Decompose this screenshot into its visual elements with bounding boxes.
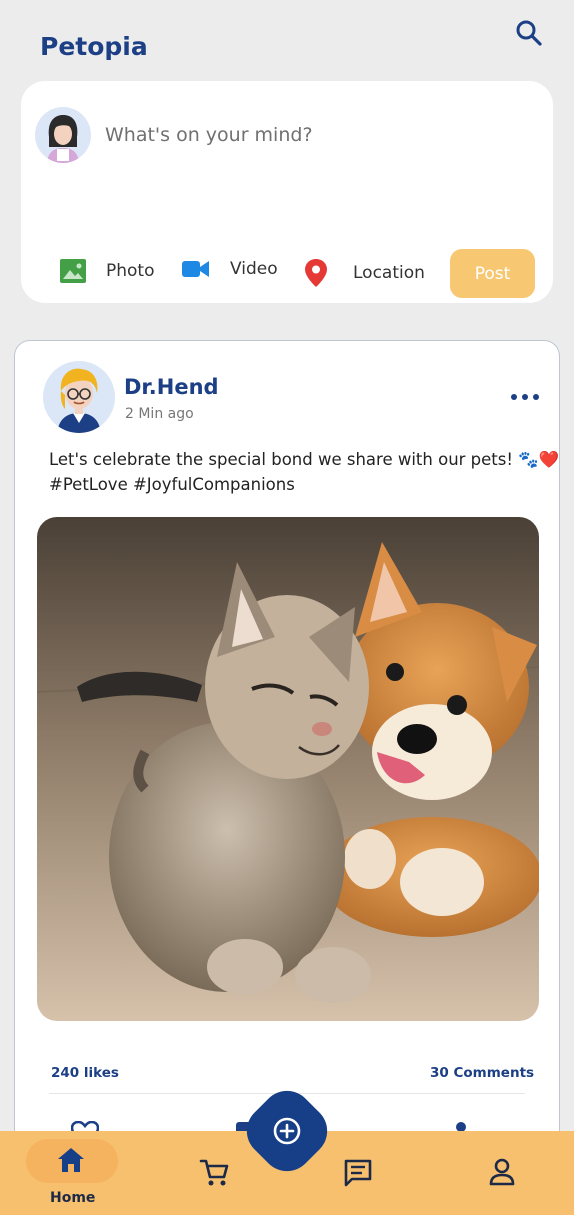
post-card: Dr.Hend 2 Min ago Let's celebrate the sp… [14, 340, 560, 1170]
search-icon[interactable] [512, 16, 546, 50]
video-camera-icon [182, 259, 210, 279]
video-button[interactable]: Video [182, 259, 278, 279]
cat-and-puppy-photo [37, 517, 539, 1021]
location-label: Location [353, 263, 425, 283]
post-image[interactable] [37, 517, 539, 1021]
author-avatar[interactable] [43, 361, 115, 433]
post-text-line: Let's celebrate the special bond we shar… [49, 450, 560, 469]
comments-count[interactable]: 30 Comments [430, 1065, 534, 1081]
post-composer: What's on your mind? Photo Video Locatio… [21, 81, 553, 303]
cart-icon[interactable] [199, 1158, 229, 1188]
photo-button[interactable]: Photo [60, 259, 155, 283]
location-button[interactable]: Location [305, 259, 425, 287]
post-timestamp: 2 Min ago [125, 406, 194, 422]
composer-input[interactable]: What's on your mind? [105, 124, 313, 146]
video-label: Video [230, 259, 278, 279]
profile-icon[interactable] [487, 1157, 517, 1187]
post-button[interactable]: Post [450, 249, 535, 298]
author-name[interactable]: Dr.Hend [124, 375, 219, 399]
photo-label: Photo [106, 261, 155, 281]
chat-icon[interactable] [343, 1158, 373, 1188]
add-icon[interactable] [272, 1116, 302, 1146]
post-hashtags[interactable]: #PetLove #JoyfulCompanions [49, 472, 549, 497]
more-dot-icon [533, 394, 539, 400]
user-avatar[interactable] [35, 107, 91, 163]
search-button[interactable] [512, 16, 546, 50]
more-dot-icon [511, 394, 517, 400]
more-dot-icon [522, 394, 528, 400]
more-options-button[interactable] [511, 389, 539, 405]
likes-count[interactable]: 240 likes [51, 1065, 119, 1081]
app-title: Petopia [40, 32, 148, 61]
nav-home-label[interactable]: Home [50, 1190, 95, 1206]
photo-icon [60, 259, 86, 283]
home-icon[interactable] [57, 1147, 85, 1173]
location-pin-icon [305, 259, 327, 287]
post-text: Let's celebrate the special bond we shar… [49, 447, 560, 497]
